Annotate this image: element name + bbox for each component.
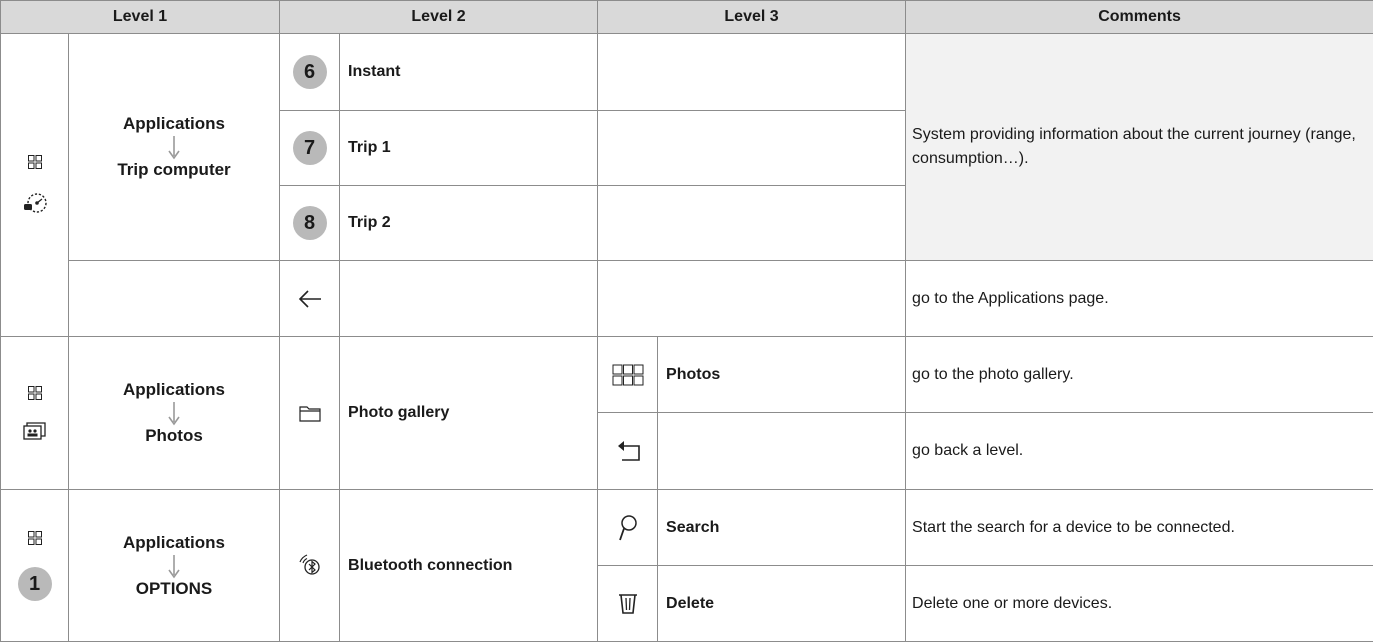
comment-cell: go to the photo gallery.: [906, 337, 1373, 413]
level2-label[interactable]: Instant: [340, 34, 598, 111]
step-badge: 8: [293, 206, 327, 240]
level3-cell: [598, 261, 906, 337]
comment-cell: go back a level.: [906, 413, 1373, 490]
options-badge: 1: [18, 567, 52, 601]
step-badge: 6: [293, 55, 327, 89]
level3-cell: [598, 186, 906, 261]
trip-gauge-icon: [22, 191, 48, 215]
badge-cell: 8: [280, 186, 340, 261]
level2-label[interactable]: Trip 2: [340, 186, 598, 261]
menu-table: Level 1 Level 2 Level 3 Comments Applica…: [0, 0, 1373, 642]
level1-top-label: Applications: [69, 380, 279, 400]
return-arrow-icon[interactable]: [598, 440, 657, 462]
thumbnails-grid-icon[interactable]: [598, 364, 657, 386]
arrow-down-icon: [69, 134, 279, 160]
level3-cell: [598, 111, 906, 186]
level3-label: [658, 413, 906, 490]
comment-cell: Delete one or more devices.: [906, 566, 1373, 642]
level2-label: [340, 261, 598, 337]
header-row: Level 1 Level 2 Level 3 Comments: [1, 1, 1373, 34]
trash-icon[interactable]: [598, 593, 657, 615]
level3-icon-cell: [598, 413, 658, 490]
level3-label[interactable]: Delete: [658, 566, 906, 642]
level3-label[interactable]: Photos: [658, 337, 906, 413]
level2-label[interactable]: Trip 1: [340, 111, 598, 186]
table-row: 1 Applications OPTIONS Bluetooth connect…: [1, 490, 1373, 566]
apps-grid-icon: [28, 155, 42, 169]
table-row: Applications Photos Photo gallery Photos…: [1, 337, 1373, 413]
back-arrow-icon[interactable]: [280, 289, 339, 309]
arrow-down-icon: [69, 400, 279, 426]
badge-cell: 7: [280, 111, 340, 186]
header-level3: Level 3: [598, 1, 906, 34]
apps-grid-icon: [28, 531, 42, 545]
photos-icon: [23, 422, 47, 440]
table-row: go to the Applications page.: [1, 261, 1373, 337]
level1-bottom-label: Trip computer: [69, 160, 279, 180]
level2-icon-cell: [280, 337, 340, 490]
level1-empty-cell: [69, 261, 280, 337]
level1-label-cell: Applications OPTIONS: [69, 490, 280, 642]
header-level2: Level 2: [280, 1, 598, 34]
level3-icon-cell: [598, 490, 658, 566]
badge-cell: 6: [280, 34, 340, 111]
level3-label[interactable]: Search: [658, 490, 906, 566]
level1-icons-cell: [1, 337, 69, 490]
comment-cell: System providing information about the c…: [906, 34, 1373, 261]
header-level1: Level 1: [1, 1, 280, 34]
level2-label[interactable]: Photo gallery: [340, 337, 598, 490]
back-arrow-cell[interactable]: [280, 261, 340, 337]
level1-icons-cell: 1: [1, 490, 69, 642]
step-badge: 7: [293, 131, 327, 165]
level2-icon-cell: [280, 490, 340, 642]
level1-top-label: Applications: [69, 533, 279, 553]
level3-icon-cell: [598, 337, 658, 413]
level1-icons-cell: [1, 34, 69, 337]
apps-grid-icon: [28, 386, 42, 400]
level1-bottom-label: Photos: [69, 426, 279, 446]
comment-cell: go to the Applications page.: [906, 261, 1373, 337]
bluetooth-icon: [280, 553, 339, 579]
level3-cell: [598, 34, 906, 111]
comment-cell: Start the search for a device to be conn…: [906, 490, 1373, 566]
level3-icon-cell: [598, 566, 658, 642]
table-row: Applications Trip computer 6 Instant Sys…: [1, 34, 1373, 111]
search-icon[interactable]: [598, 514, 657, 542]
header-comments: Comments: [906, 1, 1373, 34]
level1-top-label: Applications: [69, 114, 279, 134]
arrow-down-icon: [69, 553, 279, 579]
level1-bottom-label: OPTIONS: [69, 579, 279, 599]
level1-label-cell: Applications Photos: [69, 337, 280, 490]
level1-label-cell: Applications Trip computer: [69, 34, 280, 261]
level2-label[interactable]: Bluetooth connection: [340, 490, 598, 642]
folder-icon: [280, 404, 339, 422]
